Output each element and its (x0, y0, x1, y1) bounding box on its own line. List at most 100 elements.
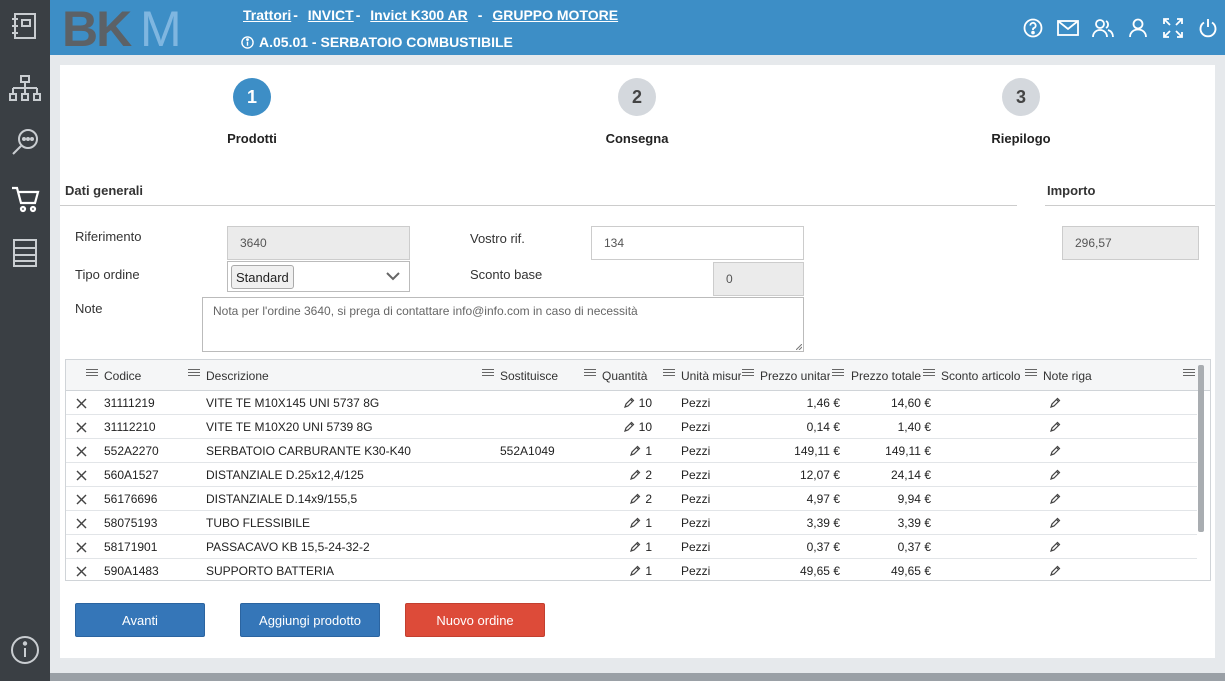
remove-row-icon[interactable] (76, 487, 90, 511)
cell-codice: 58171901 (104, 540, 158, 554)
column-menu-icon[interactable] (86, 369, 98, 380)
step-label: Prodotti (227, 131, 277, 146)
cell-unita: Pezzi (681, 444, 711, 458)
pencil-icon[interactable] (1049, 463, 1063, 487)
column-menu-icon[interactable] (663, 369, 675, 380)
user-icon[interactable] (1120, 13, 1155, 43)
users-icon[interactable] (1085, 13, 1120, 43)
cell-quantita: 1 (645, 540, 652, 554)
table-row: 58075193 TUBO FLESSIBILE 1 Pezzi 3,39 € 3,39 … (66, 511, 1197, 535)
note-textarea[interactable]: Nota per l'ordine 3640, si prega di cont… (202, 297, 804, 352)
nuovo-ordine-button[interactable]: Nuovo ordine (405, 603, 545, 637)
cell-codice: 552A2270 (104, 444, 159, 458)
table-scrollbar[interactable] (1198, 365, 1204, 532)
help-icon[interactable] (1015, 13, 1050, 43)
breadcrumb-trattori[interactable]: Trattori (243, 7, 291, 23)
cart-icon[interactable] (8, 182, 42, 216)
column-menu-icon[interactable] (1025, 369, 1037, 380)
chevron-down-icon (386, 272, 400, 281)
step-prodotti[interactable]: 1 Prodotti (192, 78, 312, 146)
pencil-icon[interactable] (1049, 535, 1063, 559)
column-menu-icon[interactable] (584, 369, 596, 380)
remove-row-icon[interactable] (76, 415, 90, 439)
col-sostituisce[interactable]: Sostituisce (500, 360, 580, 391)
edit-quantity-cell[interactable]: 2 (606, 487, 652, 511)
cell-prezzo-unitario: 0,37 € (806, 540, 840, 554)
edit-quantity-cell[interactable]: 1 (606, 535, 652, 559)
breadcrumb-invict[interactable]: INVICT (308, 7, 354, 23)
cell-quantita: 10 (638, 420, 652, 434)
pencil-icon[interactable] (1049, 487, 1063, 511)
cell-prezzo-unitario: 4,97 € (806, 492, 840, 506)
edit-quantity-cell[interactable]: 2 (606, 463, 652, 487)
edit-quantity-cell[interactable]: 1 (606, 511, 652, 535)
cell-quantita: 2 (645, 492, 652, 506)
power-icon[interactable] (1190, 13, 1225, 43)
cell-descrizione: VITE TE M10X20 UNI 5739 8G (206, 420, 373, 434)
edit-quantity-cell[interactable]: 10 (606, 415, 652, 439)
pencil-icon[interactable] (1049, 439, 1063, 463)
products-table: Codice Descrizione Sostituisce Quantità … (65, 359, 1211, 581)
cell-descrizione: SERBATOIO CARBURANTE K30-K40 (206, 444, 411, 458)
tipo-ordine-select[interactable]: Standard (227, 261, 410, 292)
svg-text:BK: BK (62, 6, 132, 50)
remove-row-icon[interactable] (76, 511, 90, 535)
remove-row-icon[interactable] (76, 391, 90, 415)
avanti-button[interactable]: Avanti (75, 603, 205, 637)
col-quantita[interactable]: Quantità (602, 360, 662, 391)
pencil-icon[interactable] (1049, 391, 1063, 415)
section-importo: Importo (1047, 183, 1096, 198)
col-note-riga[interactable]: Note riga (1043, 360, 1123, 391)
pencil-icon[interactable] (1049, 559, 1063, 580)
col-codice[interactable]: Codice (104, 360, 184, 391)
breadcrumb-gruppo-motore[interactable]: GRUPPO MOTORE (492, 7, 618, 23)
breadcrumb-invict-k300[interactable]: Invict K300 AR (370, 7, 468, 23)
column-menu-icon[interactable] (742, 369, 754, 380)
remove-row-icon[interactable] (76, 559, 90, 580)
column-menu-icon[interactable] (482, 369, 494, 380)
cell-prezzo-totale: 24,14 € (890, 468, 931, 482)
edit-quantity-cell[interactable]: 1 (606, 439, 652, 463)
step-number: 1 (233, 78, 271, 116)
col-prezzo-unitario[interactable]: Prezzo unitario (760, 360, 830, 391)
remove-row-icon[interactable] (76, 439, 90, 463)
search-icon[interactable] (8, 125, 42, 159)
table-row: 31111219 VITE TE M10X145 UNI 5737 8G 10 Pez… (66, 391, 1197, 415)
sconto-base-field: 0 (713, 262, 804, 296)
list-icon[interactable] (8, 236, 42, 270)
catalog-icon[interactable] (8, 9, 42, 43)
cell-codice: 590A1483 (104, 564, 159, 578)
column-menu-icon[interactable] (832, 369, 844, 380)
col-descrizione[interactable]: Descrizione (206, 360, 476, 391)
aggiungi-prodotto-button[interactable]: Aggiungi prodotto (240, 603, 380, 637)
edit-quantity-cell[interactable]: 1 (606, 559, 652, 580)
column-menu-icon[interactable] (923, 369, 935, 380)
step-riepilogo[interactable]: 3 Riepilogo (961, 78, 1081, 146)
edit-quantity-cell[interactable]: 10 (606, 391, 652, 415)
pencil-icon[interactable] (1049, 511, 1063, 535)
col-sconto-articolo[interactable]: Sconto articolo (941, 360, 1021, 391)
resize-grip-icon[interactable] (796, 344, 802, 350)
column-menu-icon[interactable] (1183, 369, 1195, 380)
remove-row-icon[interactable] (76, 535, 90, 559)
hierarchy-icon[interactable] (8, 72, 42, 106)
column-menu-icon[interactable] (188, 369, 200, 380)
col-prezzo-totale[interactable]: Prezzo totale (851, 360, 921, 391)
cell-unita: Pezzi (681, 468, 711, 482)
cell-descrizione: DISTANZIALE D.14x9/155,5 (206, 492, 358, 506)
col-unita-misura[interactable]: Unità misura (681, 360, 741, 391)
pencil-icon[interactable] (1049, 415, 1063, 439)
step-number: 3 (1002, 78, 1040, 116)
top-header: BK M Trattori - INVICT - Invict K300 AR - G… (50, 0, 1225, 55)
bkm-logo: BK M (62, 6, 182, 50)
table-row: 560A1527 DISTANZIALE D.25x12,4/125 2 Pezzi 1… (66, 463, 1197, 487)
table-row: 552A2270 SERBATOIO CARBURANTE K30-K40 552A… (66, 439, 1197, 463)
info-icon[interactable] (8, 633, 42, 667)
step-label: Consegna (605, 131, 669, 146)
fullscreen-icon[interactable] (1155, 13, 1190, 43)
step-consegna[interactable]: 2 Consegna (577, 78, 697, 146)
mail-icon[interactable] (1050, 13, 1085, 43)
vostro-rif-field[interactable]: 134 (591, 226, 804, 260)
remove-row-icon[interactable] (76, 463, 90, 487)
cell-quantita: 2 (645, 468, 652, 482)
